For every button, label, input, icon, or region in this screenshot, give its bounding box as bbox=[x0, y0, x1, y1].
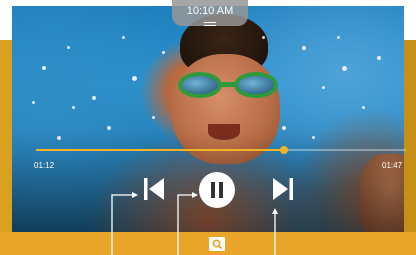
drag-handle-icon[interactable] bbox=[204, 22, 216, 28]
status-time: 10:10 AM bbox=[186, 5, 234, 17]
seek-bar[interactable] bbox=[36, 146, 406, 154]
pause-button[interactable] bbox=[199, 172, 235, 208]
video-subject-goggles bbox=[178, 70, 278, 102]
skip-previous-icon bbox=[144, 178, 164, 200]
bezel-right bbox=[404, 40, 416, 232]
total-time: 01:47 bbox=[382, 161, 403, 170]
image-search-button[interactable] bbox=[208, 236, 226, 252]
seek-bar-fill bbox=[36, 149, 284, 151]
previous-button[interactable] bbox=[140, 175, 168, 203]
skip-next-icon bbox=[273, 178, 293, 200]
seek-bar-thumb[interactable] bbox=[279, 146, 288, 154]
pause-icon bbox=[211, 182, 223, 198]
elapsed-time: 01:12 bbox=[34, 161, 55, 170]
next-button[interactable] bbox=[269, 175, 297, 203]
bezel-left bbox=[0, 40, 12, 232]
device-screen: 10:10 AM 01:12 01:47 bbox=[0, 0, 416, 255]
image-search-icon bbox=[209, 237, 225, 251]
